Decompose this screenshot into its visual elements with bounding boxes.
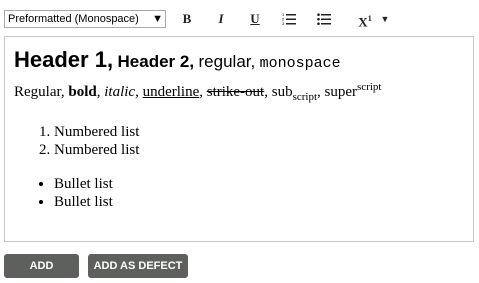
add-button[interactable]: ADD [4, 254, 79, 278]
caret-down-icon[interactable]: ▼ [378, 10, 392, 28]
superscript-label-sup: 1 [367, 14, 372, 23]
separator: , [199, 84, 203, 100]
formatting-line: Regular, bold, italic, underline, strike… [14, 77, 464, 107]
separator: , [264, 84, 268, 100]
numbered-list-icon: 1 2 3 [282, 12, 296, 25]
regular-text: regular, [198, 52, 256, 71]
underline-button[interactable]: U [244, 10, 266, 28]
chevron-down-icon[interactable]: ▼ [152, 11, 163, 27]
bold-button[interactable]: B [176, 10, 198, 28]
underline-sample: underline [142, 84, 200, 100]
sub-base: sub [271, 84, 293, 100]
regular-sample: Regular, [14, 84, 65, 100]
format-select-value: Preformatted (Monospace) [8, 13, 139, 25]
numbered-list: Numbered list Numbered list [14, 123, 464, 159]
heading-line: Header 1, Header 2, regular, monospace [14, 47, 464, 77]
format-select[interactable]: Preformatted (Monospace) ▼ [4, 10, 166, 28]
bullet-list: Bullet list Bullet list [14, 175, 464, 211]
bold-sample: bold [68, 84, 97, 100]
list-item: Numbered list [54, 123, 464, 141]
superscript-button[interactable]: X1 [351, 10, 379, 30]
list-item: Bullet list [54, 193, 464, 211]
subscript-sample: script [292, 91, 318, 103]
rich-text-editor[interactable]: Header 1, Header 2, regular, monospace R… [4, 36, 474, 242]
separator: , [135, 84, 139, 100]
svg-text:3: 3 [282, 21, 285, 25]
italic-button[interactable]: I [210, 10, 232, 28]
superscript-sample: script [357, 81, 382, 93]
bullet-list-icon [317, 13, 331, 25]
strike-sample: strike-out [206, 84, 265, 100]
add-as-defect-button[interactable]: ADD AS DEFECT [88, 254, 188, 278]
list-item: Bullet list [54, 175, 464, 193]
separator: , [96, 84, 101, 100]
numbered-list-button[interactable]: 1 2 3 [278, 10, 300, 28]
super-base: super [324, 84, 358, 100]
editor-toolbar: Preformatted (Monospace) ▼ B I U 1 2 3 X… [4, 8, 474, 30]
superscript-label: X [358, 14, 368, 30]
bullet-list-button[interactable] [313, 10, 335, 28]
separator: , [317, 84, 321, 100]
monospace-text: monospace [259, 55, 341, 72]
header-2-text: Header 2, [117, 52, 195, 71]
list-item: Numbered list [54, 141, 464, 159]
italic-sample: italic [104, 84, 136, 100]
header-1-text: Header 1, [14, 47, 114, 72]
